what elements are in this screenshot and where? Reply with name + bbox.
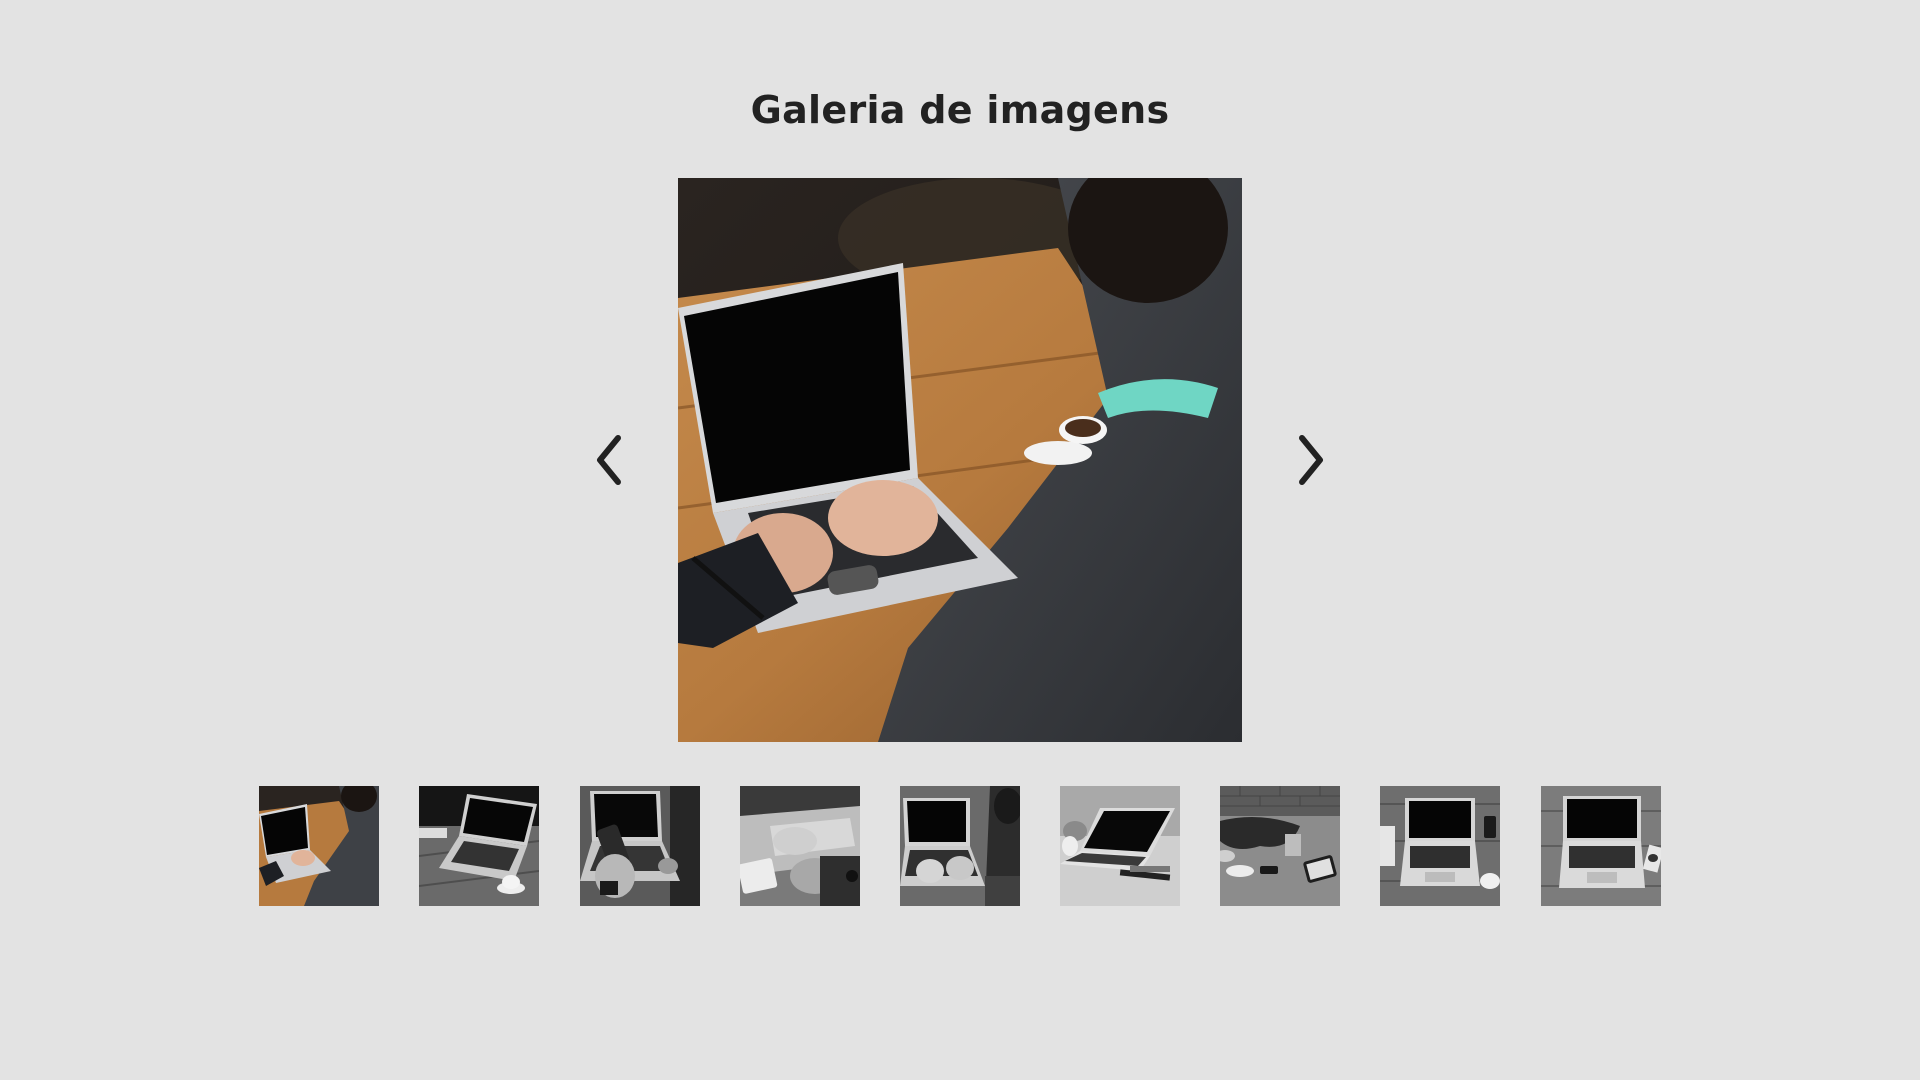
- thumbnail-3[interactable]: [580, 786, 700, 906]
- thumbnail-strip: [259, 786, 1661, 906]
- thumbnail-8[interactable]: [1380, 786, 1500, 906]
- thumbnail-2-photo: [419, 786, 539, 906]
- thumbnail-7[interactable]: [1220, 786, 1340, 906]
- laptop-person-typing-photo: [678, 178, 1242, 742]
- thumbnail-7-photo: [1220, 786, 1340, 906]
- thumbnail-8-photo: [1380, 786, 1500, 906]
- thumbnail-1[interactable]: [259, 786, 379, 906]
- chevron-right-icon: [1299, 435, 1323, 485]
- thumbnail-3-photo: [580, 786, 700, 906]
- thumbnail-1-photo: [259, 786, 379, 906]
- thumbnail-5-photo: [900, 786, 1020, 906]
- thumbnail-4-photo: [740, 786, 860, 906]
- next-image-button[interactable]: [1290, 430, 1330, 490]
- thumbnail-9[interactable]: [1541, 786, 1661, 906]
- thumbnail-5[interactable]: [900, 786, 1020, 906]
- main-image: [678, 178, 1242, 742]
- previous-image-button[interactable]: [590, 430, 630, 490]
- thumbnail-6[interactable]: [1060, 786, 1180, 906]
- page-title: Galeria de imagens: [750, 88, 1170, 132]
- thumbnail-9-photo: [1541, 786, 1661, 906]
- thumbnail-6-photo: [1060, 786, 1180, 906]
- gallery-page: Galeria de imagens: [0, 0, 1920, 1080]
- thumbnail-2[interactable]: [419, 786, 539, 906]
- chevron-left-icon: [597, 435, 621, 485]
- thumbnail-4[interactable]: [740, 786, 860, 906]
